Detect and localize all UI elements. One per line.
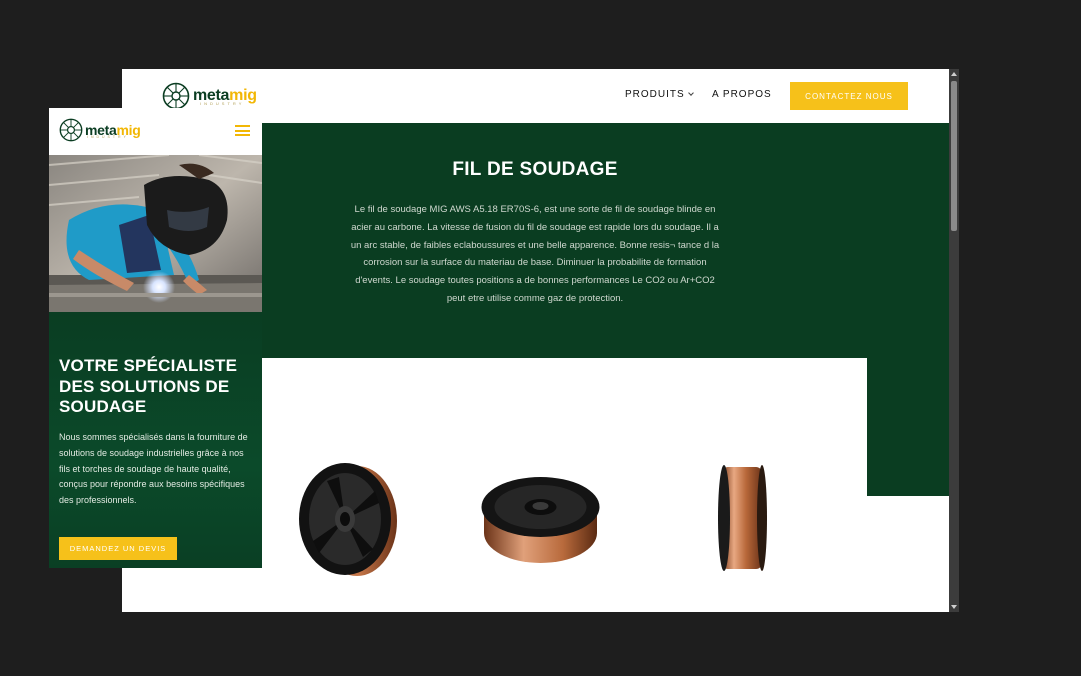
page-title: FIL DE SOUDAGE bbox=[452, 159, 618, 180]
chevron-down-icon bbox=[687, 90, 694, 96]
welder-photo bbox=[49, 155, 262, 312]
mobile-logo[interactable]: metamig INDUSTRY bbox=[59, 118, 141, 142]
scroll-thumb[interactable] bbox=[951, 81, 957, 231]
nav-a-propos[interactable]: A PROPOS bbox=[712, 89, 772, 100]
hero-description: Nous sommes spécialisés dans la fournitu… bbox=[59, 432, 248, 506]
hero-band-extension bbox=[867, 123, 949, 496]
hamburger-menu-icon[interactable] bbox=[235, 125, 250, 136]
scroll-up-icon[interactable] bbox=[951, 72, 957, 76]
request-quote-button[interactable]: DEMANDEZ UN DEVIS bbox=[59, 537, 177, 560]
contact-button[interactable]: CONTACTEZ NOUS bbox=[790, 82, 908, 110]
nav-produits[interactable]: PRODUITS bbox=[625, 89, 694, 100]
hero-title: VOTRE SPÉCIALISTE DES SOLUTIONS DE SOUDA… bbox=[59, 356, 238, 416]
logo-emblem-icon bbox=[59, 118, 83, 142]
product-description: Le fil de soudage MIG AWS A5.18 ER70S-6,… bbox=[350, 204, 720, 304]
mobile-screenshot: metamig INDUSTRY VOTRE SPÉCIALISTE DES S… bbox=[49, 108, 262, 568]
nav-produits-label: PRODUITS bbox=[625, 89, 685, 100]
page-scrollbar[interactable] bbox=[949, 69, 959, 612]
desktop-logo[interactable]: metamig INDUSTRY bbox=[162, 82, 257, 110]
product-spool-3[interactable] bbox=[712, 461, 772, 575]
logo-subtitle: INDUSTRY bbox=[87, 135, 129, 139]
product-spool-2[interactable] bbox=[478, 471, 603, 571]
logo-emblem-icon bbox=[162, 82, 190, 110]
product-spool-1[interactable] bbox=[297, 461, 407, 581]
scroll-down-icon[interactable] bbox=[951, 605, 957, 609]
logo-subtitle: INDUSTRY bbox=[200, 101, 245, 106]
hero-section: VOTRE SPÉCIALISTE DES SOLUTIONS DE SOUDA… bbox=[49, 312, 262, 568]
